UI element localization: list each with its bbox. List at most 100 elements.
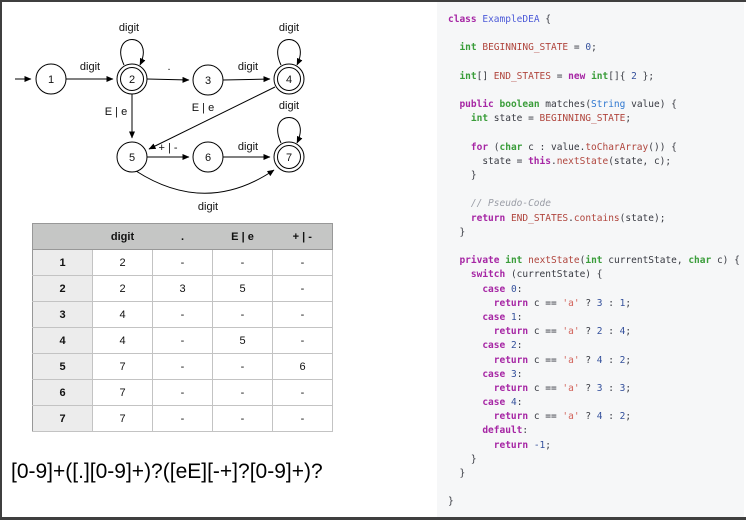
self-loop-7-label: digit [279,100,299,112]
table-cell: 2 [93,276,153,302]
diagram-panel: digit.digitE | eE | e+ | -digitdigitdigi… [2,2,439,517]
code-line: for (char c : value.toCharArray()) { [448,141,740,155]
table-cell: - [153,406,213,432]
code-line [448,56,740,70]
table-header-cell: digit [93,224,153,250]
code-line [448,127,740,141]
transition-table-header: digit.E | e+ | - [33,224,333,250]
edge-5-7-label: digit [198,201,218,213]
table-row: 12--- [33,250,333,276]
state-7-label: 7 [286,152,292,164]
code-line: case 2: [448,339,740,353]
table-row: 44-5- [33,328,333,354]
table-cell: - [273,380,333,406]
self-loop-4 [278,40,301,66]
code-line: case 0: [448,283,740,297]
row-label-cell: 7 [33,406,93,432]
code-line: class ExampleDEA { [448,13,740,27]
code-line: return c == 'a' ? 2 : 4; [448,325,740,339]
code-line: int state = BEGINNING_STATE; [448,112,740,126]
code-line [448,481,740,495]
table-cell: - [213,302,273,328]
table-cell: 5 [213,276,273,302]
table-cell: - [213,354,273,380]
table-cell: - [213,250,273,276]
edge-2-3-label: . [167,61,170,73]
table-cell: 4 [93,328,153,354]
table-cell: - [273,302,333,328]
code-line: } [448,226,740,240]
table-cell: 2 [93,250,153,276]
table-header-cell: . [153,224,213,250]
table-row: 77--- [33,406,333,432]
edge-4-5-label: E | e [192,102,214,114]
table-row: 34--- [33,302,333,328]
code-line: return END_STATES.contains(state); [448,212,740,226]
table-cell: - [153,250,213,276]
edge-6-7-label: digit [238,141,258,153]
table-cell: - [273,328,333,354]
code-line: } [448,495,740,509]
code-line: return c == 'a' ? 3 : 1; [448,297,740,311]
code-line: case 3: [448,368,740,382]
table-row: 2235- [33,276,333,302]
row-label-cell: 5 [33,354,93,380]
self-loop-2 [121,40,144,66]
code-line: case 4: [448,396,740,410]
row-label-cell: 6 [33,380,93,406]
table-cell: - [153,328,213,354]
code-line: } [448,467,740,481]
code-line [448,84,740,98]
edge-2-5-label: E | e [105,106,127,118]
code-block: class ExampleDEA { int BEGINNING_STATE =… [448,13,740,510]
table-cell: - [273,250,333,276]
row-label-cell: 4 [33,328,93,354]
code-line: private int nextState(int currentState, … [448,254,740,268]
table-cell: - [273,276,333,302]
table-cell: - [153,302,213,328]
table-corner-cell [33,224,93,250]
code-line: return c == 'a' ? 3 : 3; [448,382,740,396]
code-line: return c == 'a' ? 4 : 2; [448,354,740,368]
self-loop-2-label: digit [119,22,139,34]
table-cell: - [213,380,273,406]
code-line: return -1; [448,439,740,453]
row-label-cell: 2 [33,276,93,302]
table-header-cell: + | - [273,224,333,250]
code-line: public boolean matches(String value) { [448,98,740,112]
edge-1-2-label: digit [80,61,100,73]
self-loop-4-label: digit [279,22,299,34]
code-line [448,27,740,41]
table-header-cell: E | e [213,224,273,250]
row-label-cell: 1 [33,250,93,276]
code-line: state = this.nextState(state, c); [448,155,740,169]
state-3-label: 3 [205,75,211,87]
state-6-label: 6 [205,152,211,164]
row-label-cell: 3 [33,302,93,328]
table-cell: 7 [93,354,153,380]
table-cell: 4 [93,302,153,328]
code-line: switch (currentState) { [448,268,740,282]
table-cell: 7 [93,380,153,406]
code-line: default: [448,424,740,438]
code-line: // Pseudo-Code [448,197,740,211]
edge-3-4 [223,79,270,80]
edge-5-7 [136,170,274,193]
table-cell: - [273,406,333,432]
page: digit.digitE | eE | e+ | -digitdigitdigi… [0,0,746,520]
automaton-diagram: digit. digit E | e E | e + | - digit digit digi… [2,2,439,222]
table-row: 57--6 [33,354,333,380]
code-line: } [448,169,740,183]
table-cell: 7 [93,406,153,432]
table-cell: - [153,354,213,380]
edge-5-6-label: + | - [158,142,177,154]
code-line: return c == 'a' ? 4 : 2; [448,410,740,424]
state-2-label: 2 [129,74,135,86]
edge-2-3 [147,79,189,80]
code-line: int BEGINNING_STATE = 0; [448,41,740,55]
table-cell: 5 [213,328,273,354]
transition-table-body: 12---2235-34---44-5-57--667---77--- [33,250,333,432]
state-1-label: 1 [48,74,54,86]
code-panel: class ExampleDEA { int BEGINNING_STATE =… [437,2,744,517]
transition-table: digit.E | e+ | - 12---2235-34---44-5-57-… [32,223,333,432]
